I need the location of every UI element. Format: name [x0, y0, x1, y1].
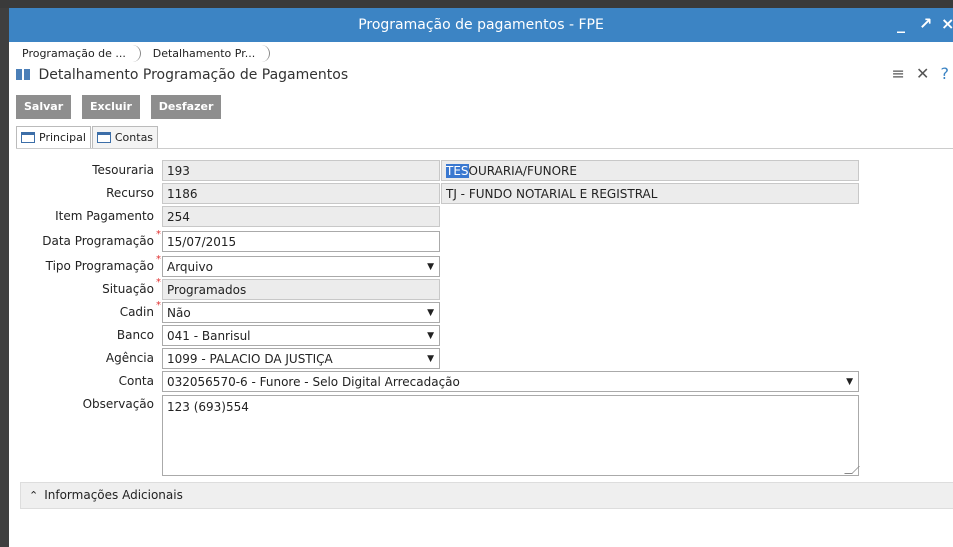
tools-icon[interactable]: ✕ [916, 64, 929, 83]
minimize-icon[interactable]: _ [897, 14, 905, 33]
tab-contas[interactable]: Contas [91, 126, 159, 149]
title-bar: Programação de pagamentos - FPE _ ↗ × [9, 8, 953, 42]
window-title: Programação de pagamentos - FPE [358, 17, 604, 33]
tipo-programacao-value: Arquivo [167, 260, 213, 274]
recurso-code-field: 1186 [162, 183, 440, 204]
tesouraria-label: Tesouraria [92, 163, 154, 177]
row-banco: Banco 041 - Banrisul ▼ [16, 325, 953, 346]
breadcrumb: Programação de ... Detalhamento Pr... [16, 45, 272, 63]
breadcrumb-item-programacao[interactable]: Programação de ... [16, 45, 141, 62]
tesouraria-code-field: 193 [162, 160, 440, 181]
header-actions: ≡ ✕ ? [886, 64, 950, 83]
agencia-value: 1099 - PALACIO DA JUSTIÇA [167, 352, 333, 366]
recurso-label: Recurso [106, 186, 154, 200]
agencia-label: Agência [105, 351, 154, 365]
tab-principal[interactable]: Principal [16, 126, 91, 149]
row-cadin: Cadin * Não ▼ [16, 300, 953, 323]
resize-handle-icon[interactable] [844, 466, 860, 474]
tipo-programacao-label: Tipo Programação [45, 259, 154, 273]
dropdown-arrow-icon: ▼ [846, 377, 853, 387]
cadin-label: Cadin [119, 305, 154, 319]
conta-select[interactable]: 032056570-6 - Funore - Selo Digital Arre… [162, 371, 859, 392]
delete-button[interactable]: Excluir [81, 95, 140, 119]
tab-contas-label: Contas [114, 131, 154, 144]
data-programacao-input[interactable]: 15/07/2015 [162, 231, 440, 252]
row-recurso: Recurso 1186 TJ - FUNDO NOTARIAL E REGIS… [16, 183, 953, 204]
situacao-label: Situação [102, 282, 154, 296]
required-marker: * [156, 254, 161, 265]
tesouraria-desc-selected-text: TES [446, 164, 469, 178]
cadin-select[interactable]: Não ▼ [162, 302, 440, 323]
cadin-value: Não [167, 306, 191, 320]
observacao-textarea[interactable]: 123 (693)554 [162, 395, 860, 476]
form-panel: Tesouraria 193 TESOURARIA/FUNORE Recurso… [16, 148, 953, 519]
page-title: Detalhamento Programação de Pagamentos [38, 67, 349, 83]
row-data-programacao: Data Programação * 15/07/2015 [16, 229, 953, 252]
agencia-select[interactable]: 1099 - PALACIO DA JUSTIÇA ▼ [162, 348, 440, 369]
banco-select[interactable]: 041 - Banrisul ▼ [162, 325, 440, 346]
tesouraria-desc-field: TESOURARIA/FUNORE [441, 160, 859, 181]
item-pagamento-label: Item Pagamento [55, 209, 154, 223]
conta-value: 032056570-6 - Funore - Selo Digital Arre… [167, 375, 460, 389]
window-icon [96, 132, 111, 143]
menu-icon[interactable]: ≡ [892, 64, 905, 83]
dropdown-arrow-icon: ▼ [427, 262, 434, 272]
required-marker: * [156, 229, 161, 240]
conta-label: Conta [118, 374, 154, 388]
tesouraria-desc-text: OURARIA/FUNORE [468, 164, 577, 178]
window-top-strip [0, 0, 953, 8]
tab-bar: Principal Contas [16, 126, 159, 149]
page-header: Detalhamento Programação de Pagamentos [16, 67, 348, 83]
recurso-desc-field: TJ - FUNDO NOTARIAL E REGISTRAL [441, 183, 859, 204]
additional-info-section[interactable]: ⌃ Informações Adicionais [20, 482, 953, 509]
observacao-label: Observação [82, 397, 154, 411]
row-observacao: Observação 123 (693)554 [16, 394, 953, 476]
row-conta: Conta 032056570-6 - Funore - Selo Digita… [16, 371, 953, 392]
book-icon [16, 69, 30, 80]
dropdown-arrow-icon: ▼ [427, 331, 434, 341]
item-pagamento-field: 254 [162, 206, 440, 227]
banco-label: Banco [116, 328, 154, 342]
help-icon[interactable]: ? [941, 64, 950, 83]
observacao-text: 123 (693)554 [167, 400, 249, 414]
data-programacao-label: Data Programação [42, 234, 154, 248]
tipo-programacao-select[interactable]: Arquivo ▼ [162, 256, 440, 277]
required-marker: * [156, 300, 161, 311]
row-agencia: Agência 1099 - PALACIO DA JUSTIÇA ▼ [16, 348, 953, 369]
required-marker: * [156, 277, 161, 288]
row-situacao: Situação * Programados [16, 277, 953, 300]
toolbar: Salvar Excluir Desfazer [16, 95, 228, 119]
undo-button[interactable]: Desfazer [150, 95, 222, 119]
situacao-field: Programados [162, 279, 440, 300]
row-tipo-programacao: Tipo Programação * Arquivo ▼ [16, 254, 953, 277]
tab-principal-label: Principal [39, 131, 86, 144]
row-tesouraria: Tesouraria 193 TESOURARIA/FUNORE [16, 160, 953, 181]
dropdown-arrow-icon: ▼ [427, 308, 434, 318]
window-icon [21, 132, 35, 143]
banco-value: 041 - Banrisul [167, 329, 251, 343]
additional-info-label: Informações Adicionais [44, 488, 183, 502]
close-icon[interactable]: × [941, 14, 953, 33]
save-button[interactable]: Salvar [16, 95, 72, 119]
breadcrumb-item-detalhamento[interactable]: Detalhamento Pr... [147, 45, 271, 62]
dropdown-arrow-icon: ▼ [427, 354, 434, 364]
row-item-pagamento: Item Pagamento 254 [16, 206, 953, 227]
chevron-up-icon: ⌃ [29, 489, 39, 502]
maximize-icon[interactable]: ↗ [919, 14, 932, 33]
window-left-bar [0, 8, 9, 547]
